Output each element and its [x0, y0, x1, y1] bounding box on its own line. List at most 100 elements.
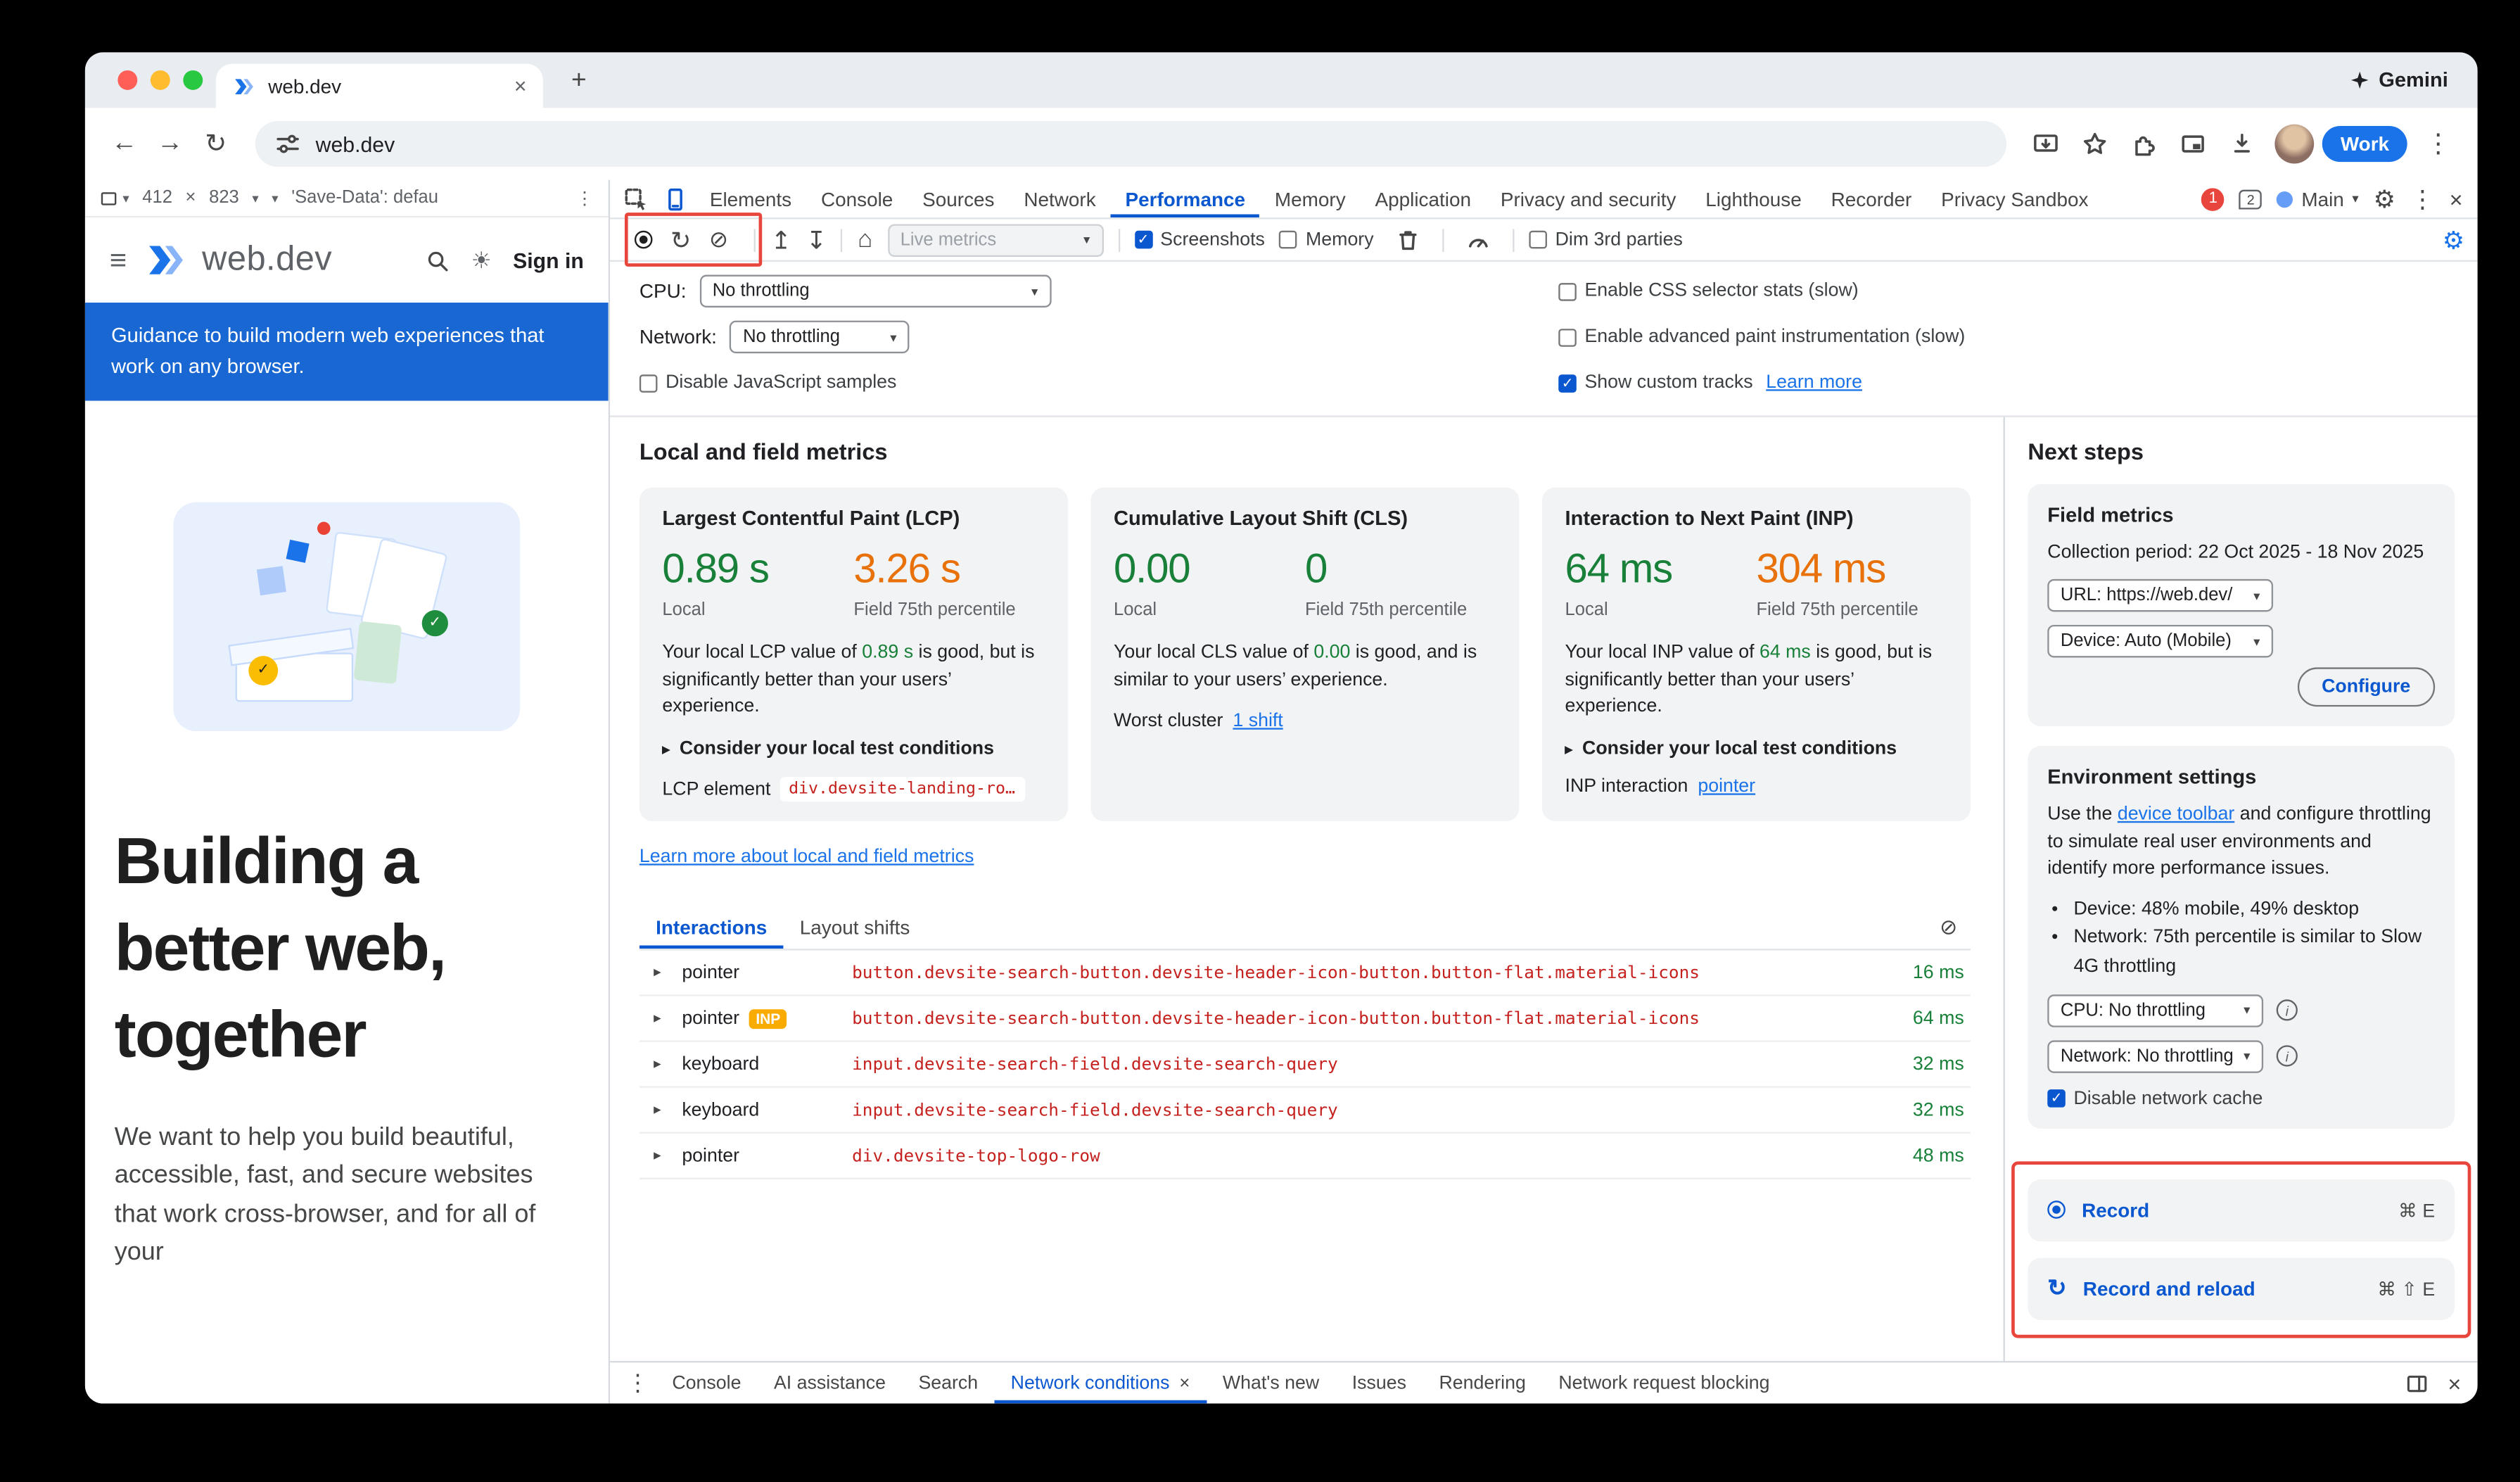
search-icon[interactable] — [426, 248, 450, 272]
screenshots-checkbox[interactable]: ✓ Screenshots — [1134, 230, 1265, 250]
tab-elements[interactable]: Elements — [695, 180, 806, 217]
close-tab-icon[interactable]: × — [1179, 1373, 1190, 1393]
cpu-info-icon[interactable]: i — [2277, 1000, 2298, 1021]
window-minimize-button[interactable] — [151, 70, 170, 90]
drawer-tab-console[interactable]: Console — [656, 1362, 758, 1403]
install-icon[interactable] — [2023, 121, 2069, 167]
device-preset-dropdown[interactable]: ▾ — [100, 189, 129, 207]
lcp-element-code[interactable]: div.devsite-landing-row-ite… — [780, 777, 1026, 802]
forward-button[interactable]: → — [147, 121, 193, 167]
row-expand-icon[interactable]: ▸ — [646, 1101, 669, 1119]
record-and-reload-button[interactable]: ↻ Record and reload ⌘ ⇧ E — [2028, 1258, 2455, 1319]
interaction-row[interactable]: ▸ pointerINP button.devsite-search-butto… — [639, 996, 1971, 1042]
drawer-kebab-icon[interactable]: ⋮ — [620, 1369, 656, 1398]
dim-3rd-parties-checkbox[interactable]: ✓ Dim 3rd parties — [1529, 230, 1682, 250]
drawer-tab-rendering[interactable]: Rendering — [1423, 1362, 1542, 1403]
site-brand[interactable]: web.dev — [202, 241, 332, 280]
row-expand-icon[interactable]: ▸ — [646, 963, 669, 982]
interaction-row[interactable]: ▸ keyboard input.devsite-search-field.de… — [639, 1042, 1971, 1088]
tab-network[interactable]: Network — [1009, 180, 1110, 217]
drawer-tab-network-conditions[interactable]: Network conditions × — [994, 1362, 1206, 1403]
zoom-dropdown[interactable]: ▾ — [252, 191, 258, 205]
capture-settings-gear-icon[interactable]: ⚙ — [2443, 225, 2464, 255]
tab-lighthouse[interactable]: Lighthouse — [1691, 180, 1816, 217]
worst-cluster-link[interactable]: 1 shift — [1233, 712, 1283, 732]
field-url-select[interactable]: URL: https://web.dev/▾ — [2047, 579, 2273, 612]
load-profile-icon[interactable]: ↥ — [771, 225, 791, 255]
bookmark-star-icon[interactable] — [2073, 121, 2118, 167]
dock-side-icon[interactable] — [2405, 1372, 2429, 1395]
css-selector-stats-checkbox[interactable]: ✓ Enable CSS selector stats (slow) — [1558, 281, 1858, 301]
profile-avatar[interactable] — [2275, 125, 2315, 164]
clear-icon[interactable]: ⊘ — [709, 226, 728, 254]
disable-js-samples-checkbox[interactable]: ✓ Disable JavaScript samples — [639, 373, 897, 393]
inp-interaction-link[interactable]: pointer — [1698, 777, 1755, 797]
metrics-learn-more-link[interactable]: Learn more about local and field metrics — [639, 847, 974, 867]
drawer-tab-ai-assistance[interactable]: AI assistance — [758, 1362, 903, 1403]
theme-toggle-icon[interactable]: ☀ — [471, 246, 492, 274]
hamburger-menu-icon[interactable]: ≡ — [110, 243, 127, 277]
throttling-dropdown[interactable]: ▾ — [272, 191, 278, 205]
network-info-icon[interactable]: i — [2277, 1046, 2298, 1067]
context-selector[interactable]: Main ▾ — [2277, 187, 2358, 210]
record-and-reload-icon[interactable]: ↻ — [670, 225, 691, 255]
devtools-settings-gear-icon[interactable]: ⚙ — [2374, 184, 2395, 214]
row-expand-icon[interactable]: ▸ — [646, 1147, 669, 1165]
network-throttling-select[interactable]: No throttling ▾ — [730, 321, 910, 353]
devtools-kebab-icon[interactable]: ⋮ — [2410, 184, 2435, 214]
site-settings-icon[interactable] — [275, 131, 301, 157]
clear-log-icon[interactable]: ⊘ — [1926, 914, 1971, 940]
drawer-tab-whats-new[interactable]: What's new — [1207, 1362, 1336, 1403]
env-network-select[interactable]: Network: No throttling▾ — [2047, 1040, 2263, 1072]
inspect-element-icon[interactable] — [616, 181, 656, 217]
interaction-row[interactable]: ▸ keyboard input.devsite-search-field.de… — [639, 1088, 1971, 1134]
tab-console[interactable]: Console — [806, 180, 908, 217]
devtools-close-icon[interactable]: × — [2450, 186, 2463, 212]
device-width[interactable]: 412 — [142, 188, 172, 208]
collect-garbage-icon[interactable] — [1389, 222, 1428, 258]
save-data-dropdown[interactable]: 'Save-Data': defau — [291, 188, 438, 208]
window-zoom-button[interactable] — [183, 70, 203, 90]
new-tab-button[interactable]: + — [559, 62, 599, 101]
record-button[interactable]: Record ⌘ E — [2028, 1179, 2455, 1241]
home-live-metrics-icon[interactable]: ⌂ — [858, 226, 872, 254]
profile-name-pill[interactable]: Work — [2322, 126, 2407, 162]
gemini-chip[interactable]: Gemini — [2349, 52, 2448, 108]
cpu-throttling-select[interactable]: No throttling ▾ — [699, 275, 1051, 308]
show-custom-tracks-checkbox[interactable]: ✓ Show custom tracks — [1558, 373, 1752, 393]
media-panel-icon[interactable] — [2170, 121, 2216, 167]
configure-button[interactable]: Configure — [2297, 668, 2435, 707]
network-throttle-gauge-icon[interactable] — [1458, 222, 1498, 258]
tab-privacy-sandbox[interactable]: Privacy Sandbox — [1926, 180, 2103, 217]
save-profile-icon[interactable]: ↧ — [806, 225, 827, 255]
promo-banner[interactable]: Guidance to build modern web experiences… — [85, 303, 609, 400]
back-button[interactable]: ← — [101, 121, 147, 167]
field-device-select[interactable]: Device: Auto (Mobile)▾ — [2047, 625, 2273, 657]
inp-test-conditions-disclosure[interactable]: ▸Consider your local test conditions — [1565, 740, 1948, 759]
memory-checkbox[interactable]: ✓ Memory — [1280, 230, 1374, 250]
issues-badge[interactable]: 2 — [2239, 189, 2263, 208]
tab-privacy-security[interactable]: Privacy and security — [1486, 180, 1691, 217]
custom-tracks-learn-more-link[interactable]: Learn more — [1766, 373, 1862, 393]
tab-recorder[interactable]: Recorder — [1816, 180, 1927, 217]
env-cpu-select[interactable]: CPU: No throttling▾ — [2047, 994, 2263, 1027]
drawer-close-icon[interactable]: × — [2448, 1370, 2461, 1396]
interaction-row[interactable]: ▸ pointer button.devsite-search-button.d… — [639, 951, 1971, 996]
tab-performance[interactable]: Performance — [1111, 180, 1260, 217]
row-expand-icon[interactable]: ▸ — [646, 1055, 669, 1073]
tab-sources[interactable]: Sources — [908, 180, 1009, 217]
disable-network-cache-checkbox[interactable]: ✓ Disable network cache — [2047, 1089, 2435, 1109]
window-close-button[interactable] — [117, 70, 137, 90]
sign-in-button[interactable]: Sign in — [513, 248, 584, 272]
tab-memory[interactable]: Memory — [1260, 180, 1361, 217]
lcp-test-conditions-disclosure[interactable]: ▸Consider your local test conditions — [662, 740, 1045, 759]
tab-application[interactable]: Application — [1361, 180, 1486, 217]
error-count-badge[interactable]: 1 — [2202, 187, 2225, 210]
device-toolbar-link[interactable]: device toolbar — [2118, 805, 2234, 825]
record-icon[interactable] — [635, 231, 653, 249]
browser-menu-kebab-icon[interactable]: ⋮ — [2415, 121, 2461, 167]
extensions-icon[interactable] — [2121, 121, 2167, 167]
reload-button[interactable]: ↻ — [193, 121, 238, 167]
drawer-tab-network-request-blocking[interactable]: Network request blocking — [1542, 1362, 1786, 1403]
interaction-row[interactable]: ▸ pointer div.devsite-top-logo-row 48 ms — [639, 1134, 1971, 1179]
